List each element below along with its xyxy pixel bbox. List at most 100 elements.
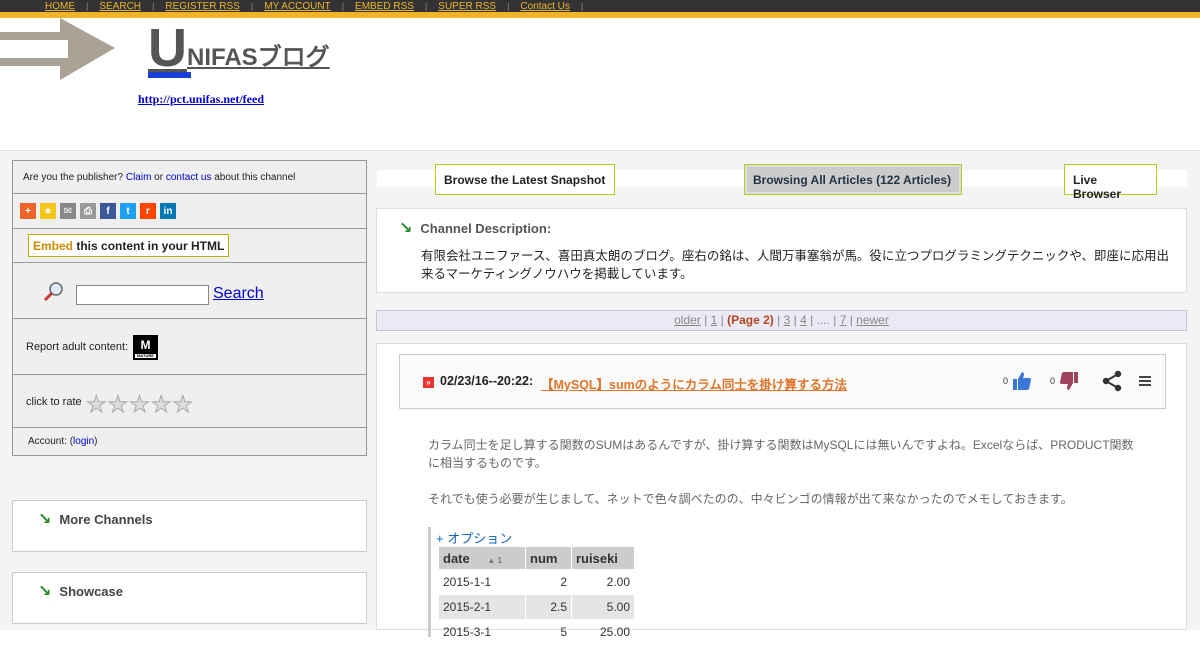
nav-super-rss-link[interactable]: SUPER RSS xyxy=(427,1,507,12)
article-image-table: + オプション date ▲ 1 num ruiseki 2015-1-1 2 … xyxy=(428,527,638,639)
upvote-count: 0 xyxy=(1002,376,1008,386)
search-input[interactable] xyxy=(76,285,209,305)
data-table: date ▲ 1 num ruiseki 2015-1-1 2 2.00 201… xyxy=(438,546,635,645)
green-arrow-icon: ↘ xyxy=(38,511,52,528)
table-row: 2015-3-1 5 25.00 xyxy=(439,620,634,644)
site-title-initial: U xyxy=(148,18,191,78)
rating-star-icon[interactable]: ★ xyxy=(86,391,108,418)
article-title-link[interactable]: 【MySQL】sumのようにカラム同士を掛け算する方法 xyxy=(541,374,847,393)
more-channels-title[interactable]: ↘ More Channels xyxy=(38,509,153,529)
or-text: or xyxy=(151,172,166,183)
mature-badge-icon[interactable]: M MATURE xyxy=(133,335,158,360)
pager-page-7-link[interactable]: 7 xyxy=(840,313,847,327)
table-cell: 5.00 xyxy=(572,595,634,619)
showcase-box: ↘ Showcase xyxy=(12,572,367,624)
menu-icon[interactable] xyxy=(1137,373,1153,389)
article-card: » 02/23/16--20:22: 【MySQL】sumのようにカラム同士を掛… xyxy=(376,343,1187,639)
account-suffix: ) xyxy=(94,436,98,447)
pager-page-3-link[interactable]: 3 xyxy=(784,313,791,327)
more-channels-label: More Channels xyxy=(59,511,153,527)
article-paragraph: カラム同士を足し算する関数のSUMはあるんですが、掛け算する関数はMySQLには… xyxy=(428,438,1134,470)
login-link[interactable]: login xyxy=(73,436,94,447)
feed-item-icon: » xyxy=(423,377,434,388)
nav-separator: | xyxy=(580,1,584,11)
sidebar-panel: Are you the publisher? Claim or contact … xyxy=(12,160,367,456)
twitter-icon[interactable]: t xyxy=(120,203,136,219)
table-header-cell: date ▲ 1 xyxy=(439,547,525,569)
article-actions: 0 0 xyxy=(1003,370,1153,392)
rating-star-icon[interactable]: ★ xyxy=(129,391,151,418)
table-cell: 2015-3-1 xyxy=(443,625,492,639)
rating-star-icon[interactable]: ★ xyxy=(150,391,172,418)
table-cell: 2.00 xyxy=(606,575,630,589)
pager-page-4-link[interactable]: 4 xyxy=(800,313,807,327)
account-row: Account: (login) xyxy=(13,428,366,454)
feed-url-link[interactable]: http://pct.unifas.net/feed xyxy=(138,92,264,107)
table-option-label: + オプション xyxy=(436,531,513,546)
account-prefix: Account: ( xyxy=(28,436,74,447)
nav-register-rss-link[interactable]: REGISTER RSS xyxy=(154,1,250,12)
tab-all-articles[interactable]: Browsing All Articles (122 Articles) xyxy=(744,164,962,195)
rating-star-icon[interactable]: ★ xyxy=(172,391,194,418)
search-row: Search xyxy=(13,263,366,319)
print-icon[interactable]: ⎙ xyxy=(80,203,96,219)
linkedin-icon[interactable]: in xyxy=(160,203,176,219)
green-arrow-icon: ↘ xyxy=(38,583,52,600)
channel-description-box: ↘ Channel Description: 有限会社ユニファース、喜田真太朗の… xyxy=(376,208,1187,293)
pager-newer-link[interactable]: newer xyxy=(856,313,889,327)
table-cell: 2 xyxy=(560,575,567,589)
tab-live-browser[interactable]: Live Browser xyxy=(1064,164,1157,201)
rating-star-icon[interactable]: ★ xyxy=(107,391,129,418)
facebook-icon[interactable]: f xyxy=(100,203,116,219)
rate-row: click to rate ★ ★ ★ ★ ★ xyxy=(13,375,366,428)
showcase-title[interactable]: ↘ Showcase xyxy=(38,581,123,601)
sort-asc-icon: ▲ 1 xyxy=(487,555,502,565)
share-icon[interactable] xyxy=(1101,370,1123,392)
site-title[interactable]: U NIFASブログ xyxy=(148,18,330,78)
nav-embed-rss-link[interactable]: EMBED RSS xyxy=(344,1,425,12)
table-cell: 2.5 xyxy=(526,595,571,619)
table-cell: 5 xyxy=(560,625,567,639)
thumbs-down-icon xyxy=(1060,372,1078,390)
embed-button[interactable]: Embed this content in your HTML xyxy=(28,234,230,257)
embed-row: Embed this content in your HTML xyxy=(13,229,366,263)
email-icon[interactable]: ✉ xyxy=(60,203,76,219)
embed-text: this content in your HTML xyxy=(73,239,225,253)
article-header: » 02/23/16--20:22: 【MySQL】sumのようにカラム同士を掛… xyxy=(399,354,1166,409)
rate-label: click to rate xyxy=(26,396,82,408)
downvote-button[interactable]: 0 xyxy=(1050,371,1079,391)
tab-latest-snapshot[interactable]: Browse the Latest Snapshot xyxy=(435,164,615,195)
contact-us-link[interactable]: contact us xyxy=(166,172,212,183)
green-arrow-icon: ↘ xyxy=(399,220,413,237)
embed-word: Embed xyxy=(33,239,74,253)
pager-current-page: (Page 2) xyxy=(727,313,774,327)
reddit-icon[interactable]: r xyxy=(140,203,156,219)
pager-page-1-link[interactable]: 1 xyxy=(711,313,718,327)
publisher-suffix: about this channel xyxy=(211,172,296,183)
upvote-button[interactable]: 0 xyxy=(1003,371,1032,391)
arrow-logo-icon xyxy=(0,18,115,80)
star-icon[interactable]: ★ xyxy=(40,203,56,219)
article-paragraph: それでも使う必要が生じまして、ネットで色々調べたのの、中々ビンゴの情報が出て来な… xyxy=(428,492,1073,506)
pager-older-link[interactable]: older xyxy=(674,313,701,327)
thumbs-up-icon xyxy=(1012,372,1031,390)
report-adult-label: Report adult content: xyxy=(26,341,129,353)
report-adult-row: Report adult content: M MATURE xyxy=(13,319,366,375)
nav-contact-link[interactable]: Contact Us xyxy=(509,1,580,12)
top-nav-bar: HOME | SEARCH | REGISTER RSS | MY ACCOUNT | … xyxy=(0,0,1200,12)
add-icon[interactable]: + xyxy=(20,203,36,219)
table-cell: 2015-1-1 xyxy=(443,575,492,589)
claim-link[interactable]: Claim xyxy=(126,172,152,183)
table-row: 2015-1-1 2 2.00 xyxy=(439,570,634,594)
article-date: 02/23/16--20:22: xyxy=(440,374,534,388)
table-header-cell: ruiseki xyxy=(572,547,634,569)
nav-search-link[interactable]: SEARCH xyxy=(88,1,152,12)
star-rating[interactable]: ★ ★ ★ ★ ★ xyxy=(86,391,194,418)
nav-my-account-link[interactable]: MY ACCOUNT xyxy=(253,1,342,12)
search-link[interactable]: Search xyxy=(213,285,264,303)
table-row: 2015-2-1 2.5 5.00 xyxy=(439,595,634,619)
publisher-prefix: Are you the publisher? xyxy=(23,172,126,183)
more-channels-box: ↘ More Channels xyxy=(12,500,367,552)
channel-description-label: Channel Description: xyxy=(420,220,552,236)
nav-home-link[interactable]: HOME xyxy=(34,1,86,12)
